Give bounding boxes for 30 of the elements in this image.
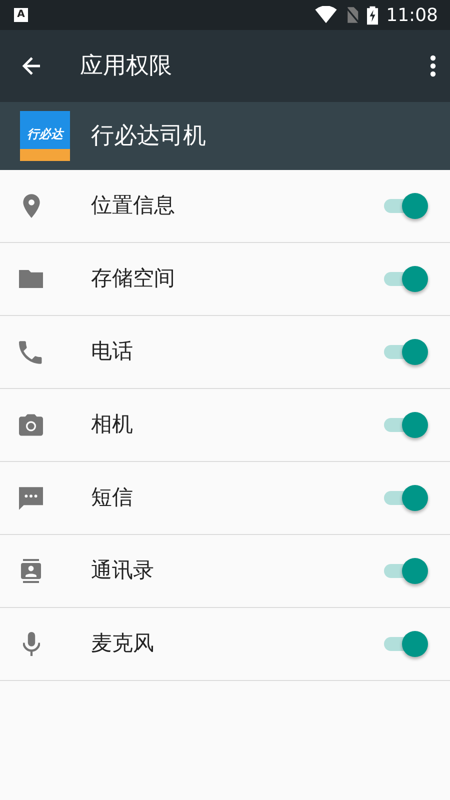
toggle-switch[interactable]: [384, 266, 428, 292]
message-icon: [19, 486, 43, 510]
folder-icon: [19, 270, 43, 288]
camera-icon: [19, 414, 43, 436]
toggle-switch[interactable]: [384, 412, 428, 438]
toggle-switch[interactable]: [384, 631, 428, 657]
more-options-button[interactable]: [430, 55, 436, 77]
location-pin-icon: [22, 194, 40, 218]
battery-icon: [367, 6, 378, 24]
toggle-switch[interactable]: [384, 485, 428, 511]
permission-label: 短信: [91, 484, 134, 512]
toggle-switch[interactable]: [384, 339, 428, 365]
permission-label: 通讯录: [91, 557, 155, 584]
permission-label: 位置信息: [91, 192, 176, 220]
app-icon: 行必达: [20, 111, 70, 161]
status-time: 11:08: [386, 4, 438, 28]
phone-icon: [19, 340, 43, 364]
no-sim-icon: [345, 6, 360, 24]
microphone-icon: [22, 632, 40, 656]
contacts-icon: [21, 559, 41, 583]
toggle-switch[interactable]: [384, 558, 428, 584]
notification-icon: A: [14, 8, 28, 22]
permission-label: 电话: [91, 338, 134, 366]
permission-label: 麦克风: [91, 630, 155, 658]
toggle-switch[interactable]: [384, 193, 428, 219]
wifi-icon: [315, 6, 338, 24]
toolbar-title: 应用权限: [80, 52, 172, 81]
app-name: 行必达司机: [91, 122, 206, 151]
permission-label: 相机: [91, 411, 134, 438]
permission-label: 存储空间: [91, 265, 176, 292]
